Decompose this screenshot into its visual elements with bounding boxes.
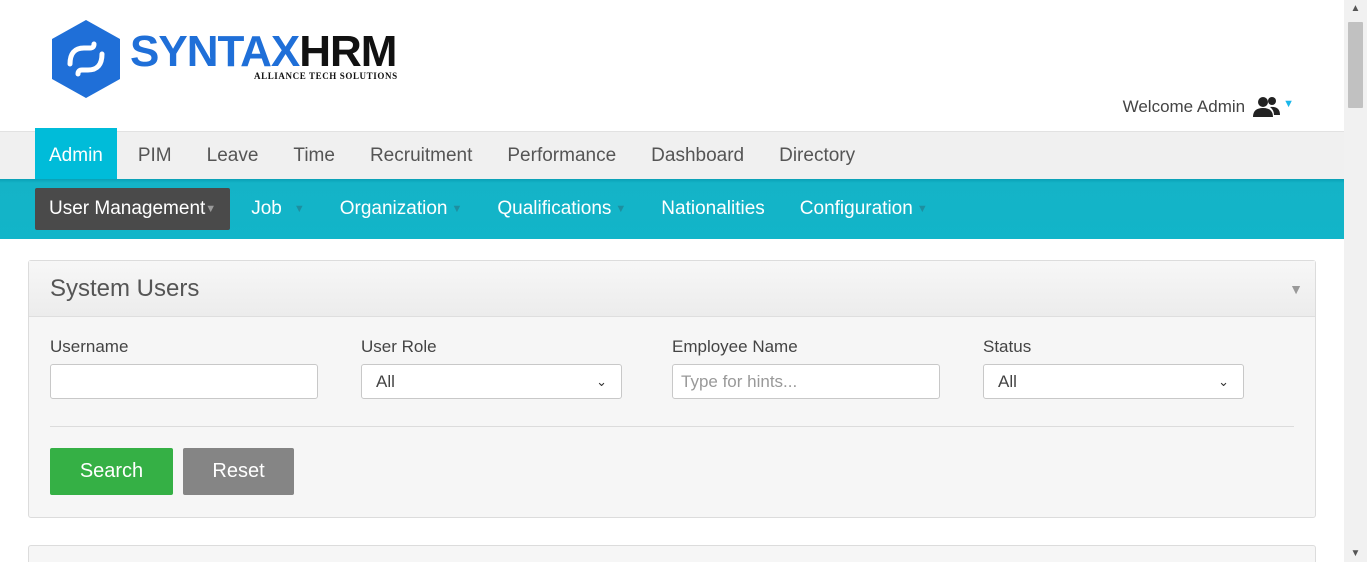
- logo-wordmark: SYNTAXHRM: [130, 27, 397, 76]
- main-menu-item-directory[interactable]: Directory: [765, 132, 869, 180]
- dropdown-arrow-icon: ▼: [916, 203, 928, 215]
- reset-button[interactable]: Reset: [183, 448, 294, 495]
- sub-menu-item-configuration[interactable]: Configuration ▼: [786, 188, 942, 230]
- main-menu-item-leave[interactable]: Leave: [193, 132, 273, 180]
- sub-menu-item-label: Organization: [339, 198, 448, 219]
- logo-tagline: ALLIANCE TECH SOLUTIONS: [254, 71, 398, 81]
- status-value: All: [998, 371, 1017, 391]
- sub-menu-item-label: Nationalities: [661, 198, 765, 219]
- sub-menu-item-organization[interactable]: Organization ▼: [326, 188, 477, 230]
- main-menu-item-performance[interactable]: Performance: [493, 132, 630, 180]
- main-menu: Admin PIM Leave Time Recruitment Perform…: [0, 128, 1344, 180]
- status-field-group: Status All ⌄: [983, 337, 1244, 399]
- status-label: Status: [983, 337, 1032, 356]
- dropdown-arrow-icon: ▼: [205, 203, 217, 215]
- sub-menu-item-label: User Management: [49, 198, 206, 219]
- scrollbar-thumb[interactable]: [1348, 22, 1363, 108]
- users-icon: [1253, 97, 1281, 117]
- sub-menu-item-qualifications[interactable]: Qualifications ▼: [483, 188, 640, 230]
- panel-header: System Users ▼: [29, 261, 1315, 317]
- status-select[interactable]: All ⌄: [983, 364, 1244, 399]
- logo-hrm-text: HRM: [299, 27, 397, 76]
- sub-menu-item-user-management[interactable]: User Management ▼: [35, 188, 231, 230]
- main-menu-item-pim[interactable]: PIM: [124, 132, 186, 180]
- username-input[interactable]: [50, 364, 318, 399]
- sub-menu-item-label: Configuration: [799, 198, 913, 219]
- dropdown-arrow-icon: ▼: [615, 203, 627, 215]
- user-role-select[interactable]: All ⌄: [361, 364, 622, 399]
- scroll-up-icon[interactable]: ▲: [1344, 3, 1367, 14]
- sub-menu-item-label: Qualifications: [497, 198, 612, 219]
- sub-menu: User Management ▼ Job ▼ Organization ▼ Q…: [0, 179, 1344, 239]
- user-role-field-group: User Role All ⌄: [361, 337, 622, 399]
- caret-down-icon[interactable]: ▼: [1283, 98, 1294, 110]
- username-label: Username: [50, 337, 129, 356]
- employee-name-label: Employee Name: [672, 337, 798, 356]
- logo[interactable]: SYNTAXHRM ALLIANCE TECH SOLUTIONS: [50, 18, 410, 100]
- main-menu-item-admin[interactable]: Admin: [35, 128, 117, 180]
- welcome-text: Welcome Admin: [1122, 97, 1246, 116]
- scroll-down-icon[interactable]: ▼: [1344, 548, 1367, 559]
- search-button[interactable]: Search: [50, 448, 173, 495]
- sub-menu-item-nationalities[interactable]: Nationalities: [647, 188, 779, 230]
- dropdown-arrow-icon: ▼: [293, 203, 305, 215]
- chevron-down-icon: ⌄: [596, 373, 607, 389]
- collapse-toggle-icon[interactable]: ▼: [1289, 281, 1303, 297]
- panel-title: System Users: [50, 275, 200, 302]
- sub-menu-item-label: Job: [251, 198, 282, 219]
- user-role-value: All: [376, 371, 395, 391]
- divider: [50, 426, 1294, 427]
- dropdown-arrow-icon: ▼: [451, 203, 463, 215]
- system-users-panel: System Users ▼ Username User Role All ⌄ …: [28, 260, 1316, 518]
- logo-hexagon-icon: [52, 20, 120, 98]
- sub-menu-item-job[interactable]: Job ▼: [237, 188, 319, 230]
- main-menu-item-recruitment[interactable]: Recruitment: [356, 132, 486, 180]
- welcome-menu[interactable]: Welcome Admin ▼: [1123, 96, 1294, 118]
- vertical-scrollbar[interactable]: ▲ ▼: [1344, 0, 1367, 562]
- logo-syntax-text: SYNTAX: [130, 27, 300, 76]
- main-menu-item-dashboard[interactable]: Dashboard: [637, 132, 758, 180]
- chevron-down-icon: ⌄: [1218, 373, 1229, 389]
- main-menu-item-time[interactable]: Time: [279, 132, 349, 180]
- employee-name-field-group: Employee Name: [672, 337, 940, 399]
- username-field-group: Username: [50, 337, 318, 399]
- page: SYNTAXHRM ALLIANCE TECH SOLUTIONS Welcom…: [0, 0, 1344, 562]
- user-role-label: User Role: [361, 337, 437, 356]
- results-panel: [28, 545, 1316, 562]
- employee-name-input[interactable]: [672, 364, 940, 399]
